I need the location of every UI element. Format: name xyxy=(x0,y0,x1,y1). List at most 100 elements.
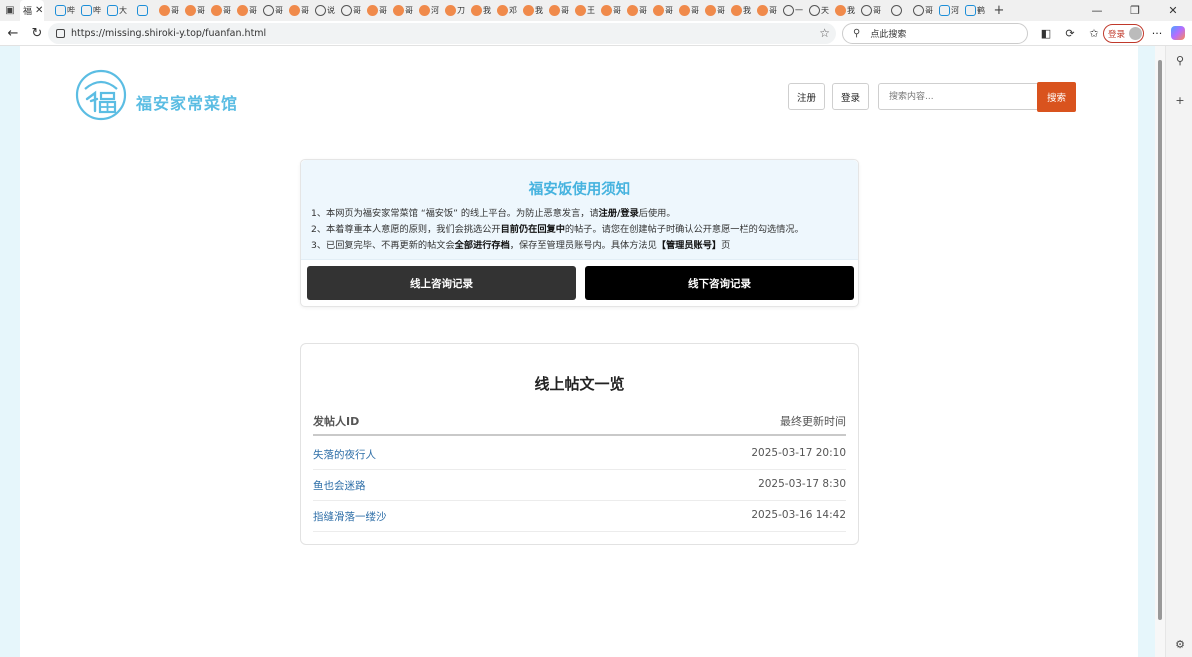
tab-actions-icon[interactable]: ▣ xyxy=(0,0,20,21)
orange-site-icon xyxy=(757,5,768,16)
browser-tab-label: 邓 xyxy=(509,6,517,15)
tab-list: 哔哔大哥哥哥哥哥哥说哥哥哥河刀我邓我哥王哥哥哥哥哥我哥一天我哥哥河鹤 xyxy=(52,0,988,21)
register-button[interactable]: 注册 xyxy=(788,83,825,110)
browser-tab[interactable]: 大 xyxy=(104,0,130,21)
browser-tab-label: 哥 xyxy=(353,6,361,15)
updated-time: 2025-03-16 14:42 xyxy=(751,509,846,521)
table-row: 鱼也会迷路 2025-03-17 8:30 xyxy=(313,470,846,501)
browser-tab[interactable]: 哥 xyxy=(234,0,260,21)
search-button[interactable]: 搜索 xyxy=(1037,82,1076,112)
poster-id-link[interactable]: 鱼也会迷路 xyxy=(313,478,366,493)
browser-tab[interactable] xyxy=(884,0,910,21)
globe-icon xyxy=(315,5,326,16)
extensions-icon[interactable]: ⟳ xyxy=(1058,23,1082,44)
browser-tab[interactable]: 王 xyxy=(572,0,598,21)
restore-icon[interactable]: ❐ xyxy=(1116,0,1154,21)
close-window-icon[interactable]: ✕ xyxy=(1154,0,1192,21)
orange-site-icon xyxy=(523,5,534,16)
browser-tab[interactable]: 哥 xyxy=(390,0,416,21)
browser-tab[interactable]: 河 xyxy=(416,0,442,21)
browser-tab[interactable]: 哥 xyxy=(624,0,650,21)
browser-tab-label: 大 xyxy=(119,6,127,15)
page-viewport: 福安家常菜馆 注册 登录 搜索 福安饭使用须知 1、本网页为福安家常菜馆 “福安… xyxy=(0,46,1155,657)
browser-tab[interactable]: 哥 xyxy=(182,0,208,21)
browser-tab[interactable]: 天 xyxy=(806,0,832,21)
search-input[interactable] xyxy=(878,83,1038,110)
page-content: 福安家常菜馆 注册 登录 搜索 福安饭使用须知 1、本网页为福安家常菜馆 “福安… xyxy=(20,46,1138,657)
poster-id-link[interactable]: 失落的夜行人 xyxy=(313,447,376,462)
browser-sidebar: ⚲ + ⚙ xyxy=(1165,46,1192,657)
login-button[interactable]: 登录 xyxy=(832,83,869,110)
avatar xyxy=(1129,27,1143,40)
browser-tab-label: 我 xyxy=(847,6,855,15)
sidebar-search-icon[interactable]: ⚲ xyxy=(1173,54,1187,68)
browser-tab[interactable]: 一 xyxy=(780,0,806,21)
browser-tab-label: 哥 xyxy=(613,6,621,15)
orange-site-icon xyxy=(705,5,716,16)
close-tab-icon[interactable]: ✕ xyxy=(35,5,43,16)
browser-tab[interactable]: 哥 xyxy=(286,0,312,21)
browser-tab[interactable]: 哥 xyxy=(260,0,286,21)
browser-tab[interactable]: 哥 xyxy=(546,0,572,21)
browser-tab[interactable]: 哥 xyxy=(156,0,182,21)
browser-tab-label: 哥 xyxy=(301,6,309,15)
browser-tab[interactable]: 哔 xyxy=(78,0,104,21)
browser-tab-label: 哥 xyxy=(665,6,673,15)
browser-tab[interactable]: 哥 xyxy=(650,0,676,21)
address-bar[interactable]: https://missing.shiroki-y.top/fuanfan.ht… xyxy=(48,23,836,44)
poster-id-link[interactable]: 指缝滑落一缕沙 xyxy=(313,509,387,524)
browser-tab[interactable]: 哥 xyxy=(754,0,780,21)
active-tab-label: 福 xyxy=(23,7,33,17)
online-records-button[interactable]: 线上咨询记录 xyxy=(307,266,576,300)
favorite-star-icon[interactable]: ☆ xyxy=(819,26,830,40)
browser-tab-label: 哥 xyxy=(769,6,777,15)
globe-icon xyxy=(263,5,274,16)
browser-tab[interactable]: 说 xyxy=(312,0,338,21)
globe-icon xyxy=(341,5,352,16)
orange-site-icon xyxy=(237,5,248,16)
copilot-icon[interactable] xyxy=(1171,26,1185,40)
browser-login-button[interactable]: 登录 xyxy=(1103,24,1144,43)
browser-tab-label: 哥 xyxy=(405,6,413,15)
back-arrow-icon[interactable]: ← xyxy=(2,22,24,44)
split-screen-icon[interactable]: ◧ xyxy=(1034,23,1058,44)
browser-tab[interactable]: 河 xyxy=(936,0,962,21)
browser-tab[interactable] xyxy=(130,0,156,21)
orange-site-icon xyxy=(601,5,612,16)
posts-card: 线上帖文一览 发帖人ID 最终更新时间 失落的夜行人 2025-03-17 20… xyxy=(300,343,859,545)
browser-tab[interactable]: 哥 xyxy=(910,0,936,21)
reload-icon[interactable]: ↻ xyxy=(26,22,48,44)
browser-tab[interactable]: 哔 xyxy=(52,0,78,21)
orange-site-icon xyxy=(367,5,378,16)
browser-tab[interactable]: 哥 xyxy=(858,0,884,21)
browser-tab[interactable]: 邓 xyxy=(494,0,520,21)
updated-time: 2025-03-17 8:30 xyxy=(758,478,846,490)
minimize-icon[interactable]: — xyxy=(1078,0,1116,21)
browser-tab[interactable]: 哥 xyxy=(364,0,390,21)
browser-tab-label: 哥 xyxy=(275,6,283,15)
browser-tab[interactable]: 我 xyxy=(728,0,754,21)
more-options-icon[interactable]: ··· xyxy=(1148,23,1166,44)
browser-tab[interactable]: 哥 xyxy=(208,0,234,21)
browser-tab[interactable]: 刀 xyxy=(442,0,468,21)
orange-site-icon xyxy=(731,5,742,16)
active-tab[interactable]: 福 ✕ xyxy=(20,0,44,21)
notice-line-2: 2、本着尊重本人意愿的原则，我们会挑选公开目前仍在回复中的帖子。请您在创建帖子时… xyxy=(311,224,804,235)
new-tab-button[interactable]: + xyxy=(988,0,1010,21)
browser-tab[interactable]: 哥 xyxy=(702,0,728,21)
browser-search-box[interactable]: ⚲ 点此搜索 xyxy=(842,23,1028,44)
browser-tab[interactable]: 我 xyxy=(520,0,546,21)
offline-records-button[interactable]: 线下咨询记录 xyxy=(585,266,854,300)
page-scrollbar[interactable] xyxy=(1155,46,1165,657)
browser-tab[interactable]: 我 xyxy=(468,0,494,21)
browser-tab[interactable]: 我 xyxy=(832,0,858,21)
browser-tab[interactable]: 哥 xyxy=(338,0,364,21)
browser-tab[interactable]: 哥 xyxy=(676,0,702,21)
browser-tab-label: 刀 xyxy=(457,6,465,15)
scrollbar-thumb[interactable] xyxy=(1158,60,1162,620)
sidebar-add-icon[interactable]: + xyxy=(1173,94,1187,108)
sidebar-settings-icon[interactable]: ⚙ xyxy=(1173,638,1187,652)
orange-site-icon xyxy=(445,5,456,16)
browser-tab[interactable]: 鹤 xyxy=(962,0,988,21)
browser-tab[interactable]: 哥 xyxy=(598,0,624,21)
